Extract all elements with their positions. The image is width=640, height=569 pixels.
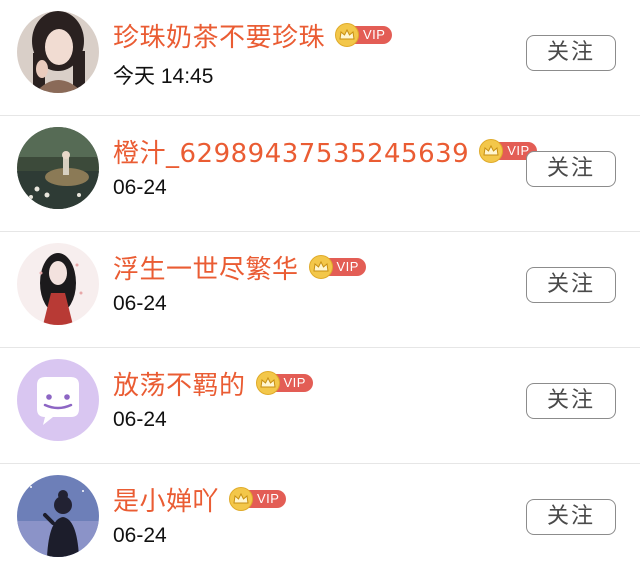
vip-badge: VIP [229, 487, 287, 511]
crown-icon [229, 487, 254, 511]
avatar[interactable] [17, 127, 99, 209]
follow-button[interactable]: 关注 [526, 499, 616, 535]
name-line: 是小婵吖 VIP [113, 478, 287, 520]
vip-badge: VIP [308, 255, 366, 279]
vip-badge: VIP [255, 371, 313, 395]
crown-icon [308, 255, 333, 279]
username[interactable]: 珍珠奶茶不要珍珠 [113, 17, 325, 54]
crown-icon [255, 371, 280, 395]
follow-button[interactable]: 关注 [526, 383, 616, 419]
follow-button[interactable]: 关注 [526, 151, 616, 187]
avatar[interactable] [17, 359, 99, 441]
name-line: 放荡不羁的 VIP [113, 362, 313, 404]
follow-button[interactable]: 关注 [526, 35, 616, 71]
follower-list: 珍珠奶茶不要珍珠 VIP 今天 14:45 关注 橙汁_629894375352… [0, 0, 640, 569]
avatar-image [17, 359, 99, 441]
name-line: 浮生一世尽繁华 VIP [113, 246, 366, 288]
username[interactable]: 放荡不羁的 [113, 365, 246, 402]
avatar-image [17, 11, 99, 93]
avatar[interactable] [17, 475, 99, 557]
list-item[interactable]: 放荡不羁的 VIP 06-24 关注 [0, 348, 640, 464]
timestamp: 今天 14:45 [113, 65, 214, 88]
avatar-image [17, 127, 99, 209]
username[interactable]: 是小婵吖 [113, 481, 219, 518]
timestamp: 06-24 [113, 408, 167, 431]
crown-icon [335, 23, 360, 47]
timestamp: 06-24 [113, 524, 167, 547]
timestamp: 06-24 [113, 292, 167, 315]
follow-button[interactable]: 关注 [526, 267, 616, 303]
avatar[interactable] [17, 11, 99, 93]
timestamp: 06-24 [113, 176, 167, 199]
name-line: 橙汁_62989437535245639 VIP [113, 130, 537, 172]
list-item[interactable]: 浮生一世尽繁华 VIP 06-24 关注 [0, 232, 640, 348]
list-item[interactable]: 是小婵吖 VIP 06-24 关注 [0, 464, 640, 568]
avatar-image [17, 243, 99, 325]
username[interactable]: 浮生一世尽繁华 [113, 249, 299, 286]
avatar[interactable] [17, 243, 99, 325]
username[interactable]: 橙汁_62989437535245639 [113, 133, 469, 170]
list-item[interactable]: 橙汁_62989437535245639 VIP 06-24 关注 [0, 116, 640, 232]
name-line: 珍珠奶茶不要珍珠 VIP [113, 14, 393, 56]
avatar-image [17, 475, 99, 557]
vip-badge: VIP [335, 23, 393, 47]
list-item[interactable]: 珍珠奶茶不要珍珠 VIP 今天 14:45 关注 [0, 0, 640, 116]
